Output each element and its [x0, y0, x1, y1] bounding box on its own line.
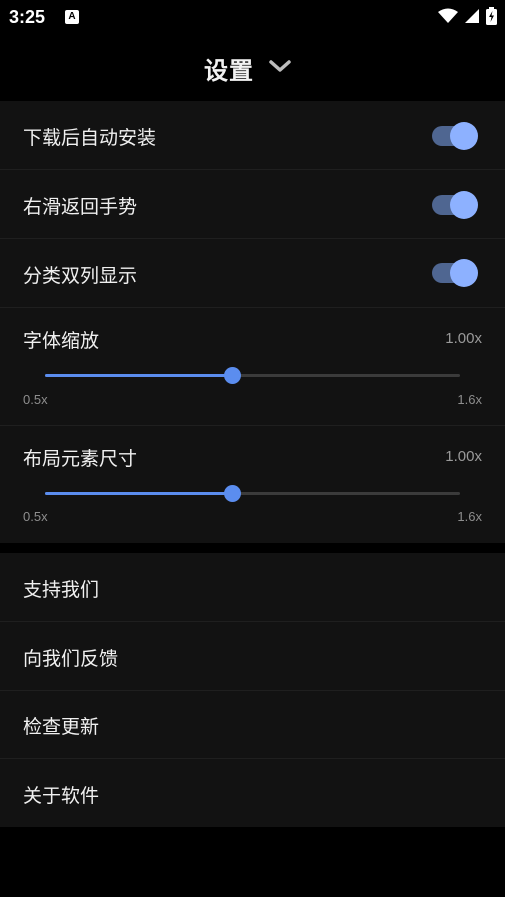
setting-row-layout-size: 布局元素尺寸 1.00x 0.5x 1.6x — [0, 426, 505, 543]
setting-label: 字体缩放 — [23, 330, 100, 352]
menu-item-feedback[interactable]: 向我们反馈 — [0, 622, 505, 691]
toggle-thumb — [450, 191, 478, 219]
menu-item-check-update[interactable]: 检查更新 — [0, 690, 505, 759]
two-column-toggle[interactable] — [432, 259, 478, 287]
page-title: 设置 — [204, 57, 254, 85]
slider-max-label: 1.6x — [457, 392, 482, 407]
setting-label: 下载后自动安装 — [23, 127, 157, 149]
setting-label: 分类双列显示 — [23, 265, 138, 287]
notification-icon: A — [65, 10, 79, 24]
about-menu-card: 支持我们 向我们反馈 检查更新 关于软件 — [0, 553, 505, 827]
setting-row-font-scale: 字体缩放 1.00x 0.5x 1.6x — [0, 308, 505, 426]
toggle-thumb — [450, 259, 478, 287]
menu-item-label: 关于软件 — [23, 785, 100, 807]
menu-item-support-us[interactable]: 支持我们 — [0, 553, 505, 622]
auto-install-toggle[interactable] — [432, 122, 478, 150]
setting-label: 右滑返回手势 — [23, 196, 138, 218]
battery-charging-icon — [486, 7, 497, 25]
slider-thumb[interactable] — [223, 367, 241, 384]
slider-value: 1.00x — [445, 448, 482, 465]
wifi-icon — [438, 8, 458, 23]
font-scale-slider[interactable] — [45, 367, 460, 384]
setting-row-auto-install[interactable]: 下载后自动安装 — [0, 101, 505, 170]
slider-max-label: 1.6x — [457, 509, 482, 524]
menu-item-label: 向我们反馈 — [23, 648, 119, 670]
status-icons — [438, 7, 497, 25]
app-header: 设置 — [0, 34, 505, 100]
setting-row-two-column[interactable]: 分类双列显示 — [0, 239, 505, 308]
menu-item-label: 检查更新 — [23, 716, 100, 738]
slider-thumb[interactable] — [223, 485, 241, 502]
setting-label: 布局元素尺寸 — [23, 448, 138, 470]
layout-size-slider[interactable] — [45, 485, 460, 502]
slider-fill — [45, 374, 232, 377]
swipe-back-toggle[interactable] — [432, 191, 478, 219]
status-bar: 3:25 A — [0, 0, 505, 34]
slider-fill — [45, 492, 232, 495]
slider-min-label: 0.5x — [23, 509, 48, 524]
slider-value: 1.00x — [445, 330, 482, 347]
chevron-down-icon[interactable] — [268, 58, 292, 74]
status-time: 3:25 — [9, 7, 46, 27]
slider-min-label: 0.5x — [23, 392, 48, 407]
toggle-thumb — [450, 122, 478, 150]
setting-row-swipe-back[interactable]: 右滑返回手势 — [0, 170, 505, 239]
menu-item-about[interactable]: 关于软件 — [0, 759, 505, 827]
menu-item-label: 支持我们 — [23, 579, 100, 601]
settings-card: 下载后自动安装 右滑返回手势 分类双列显示 字体缩放 1.00x 0.5x 1.… — [0, 101, 505, 543]
cellular-signal-icon — [465, 9, 479, 23]
